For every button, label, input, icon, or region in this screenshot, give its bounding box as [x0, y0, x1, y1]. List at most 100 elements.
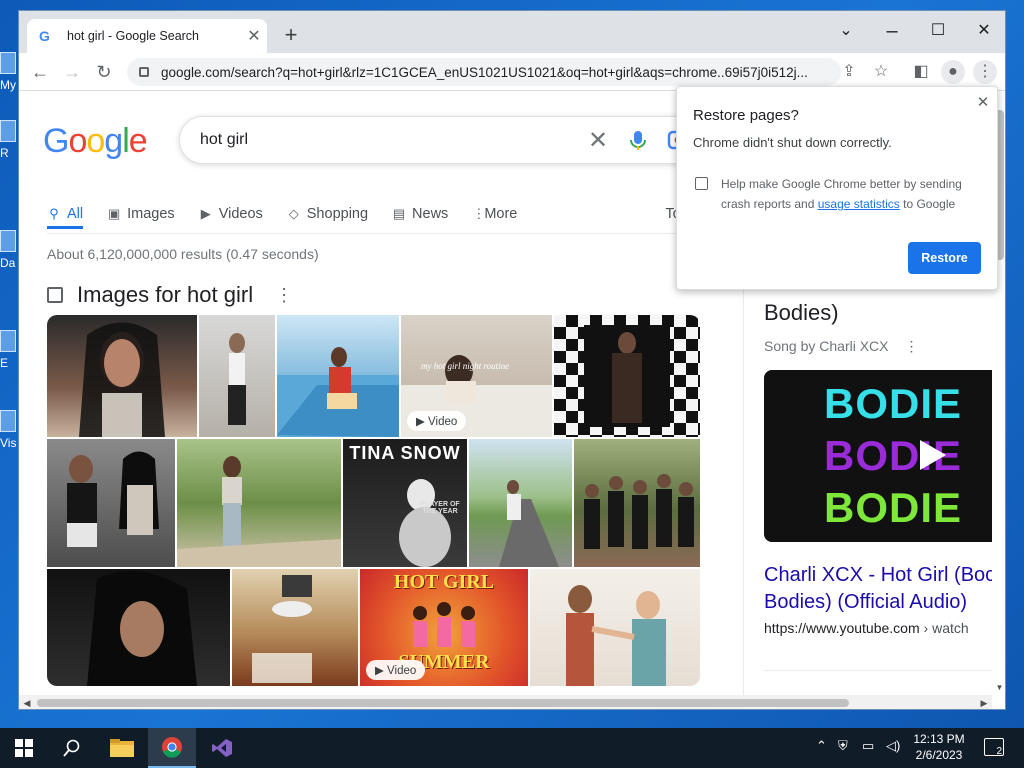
video-badge: ▶ Video: [366, 660, 426, 680]
voice-search-icon[interactable]: [618, 125, 658, 155]
forward-button[interactable]: →: [59, 59, 85, 85]
image-result[interactable]: [47, 439, 175, 567]
reload-button[interactable]: ↻: [91, 59, 117, 85]
lock-icon: [139, 67, 149, 77]
tab-close-icon[interactable]: ✕: [241, 26, 267, 46]
address-bar[interactable]: google.com/search?q=hot+girl&rlz=1C1GCEA…: [127, 58, 841, 86]
tab-label: News: [412, 206, 449, 222]
dialog-message: Chrome didn't shut down correctly.: [693, 135, 892, 150]
tab-shopping[interactable]: ◇ Shopping: [287, 206, 368, 222]
panel-subtitle: Song by Charli XCX ⋮: [764, 338, 919, 355]
image-icon: [47, 287, 63, 303]
side-panel-icon[interactable]: ◧: [909, 60, 933, 84]
tab-more[interactable]: ⋮ More: [472, 206, 517, 222]
visual-studio-taskbar-button[interactable]: [198, 728, 246, 768]
tab-title: hot girl - Google Search: [67, 29, 200, 43]
close-dialog-icon[interactable]: ✕: [973, 93, 993, 113]
back-button[interactable]: ←: [27, 59, 53, 85]
image-result[interactable]: [199, 315, 275, 437]
image-result[interactable]: [277, 315, 399, 437]
close-window-button[interactable]: ✕: [961, 17, 1005, 45]
show-hidden-icons[interactable]: ⌃: [816, 738, 827, 754]
scroll-right-arrow-icon[interactable]: ▶: [976, 695, 992, 709]
thumbnail-word: BODIE: [824, 380, 963, 427]
video-icon: ▶: [200, 206, 211, 221]
tab-label: All: [67, 206, 84, 222]
folder-icon: [110, 739, 134, 757]
usage-stats-checkbox[interactable]: [695, 177, 708, 190]
security-icon[interactable]: ⛨: [838, 738, 848, 754]
desktop-icon-visual-studio[interactable]: Vis: [0, 410, 18, 450]
minimize-button[interactable]: –: [869, 17, 915, 45]
horizontal-scrollbar-thumb[interactable]: [37, 699, 849, 707]
image-result[interactable]: TINA SNOW PLAYER OF THE YEAR: [343, 439, 467, 567]
network-icon[interactable]: ▭: [862, 738, 874, 754]
volume-icon[interactable]: ◁): [886, 738, 900, 754]
image-result[interactable]: [574, 439, 700, 567]
desktop-icon-recycle-bin[interactable]: R: [0, 120, 18, 160]
clock[interactable]: 12:13 PM 2/6/2023: [906, 731, 972, 763]
desktop-icon-label: Vis: [0, 436, 17, 450]
more-options-icon[interactable]: ⋮: [905, 338, 919, 354]
image-result[interactable]: [177, 439, 341, 567]
search-button[interactable]: [48, 728, 96, 768]
desktop-icon-edge[interactable]: E: [0, 330, 18, 370]
image-result[interactable]: [469, 439, 572, 567]
image-icon: ▣: [107, 206, 121, 221]
chrome-icon: [162, 737, 182, 758]
profile-avatar-icon[interactable]: ●: [941, 60, 965, 84]
browser-tab[interactable]: G hot girl - Google Search ✕: [27, 19, 267, 53]
video-result-link[interactable]: Charli XCX - Hot Girl (Boc Bodies) (Offic…: [764, 562, 1004, 616]
tab-all[interactable]: ⚲ All: [47, 206, 84, 229]
tab-search-button[interactable]: ⌄: [823, 17, 869, 45]
tab-label: More: [484, 206, 518, 222]
new-tab-button[interactable]: +: [277, 21, 305, 49]
scroll-left-arrow-icon[interactable]: ◀: [19, 695, 35, 709]
image-result[interactable]: [47, 315, 197, 437]
more-vert-icon: ⋮: [472, 206, 486, 221]
video-result-url: https://www.youtube.com › watch: [764, 620, 969, 636]
google-logo[interactable]: Google: [43, 122, 148, 161]
video-result[interactable]: HOT GIRL SUMMER ▶ Video: [360, 569, 528, 686]
video-result[interactable]: my hot girl night routine ▶ Video: [401, 315, 552, 437]
image-result[interactable]: [232, 569, 358, 686]
horizontal-scrollbar[interactable]: ◀ ▶: [19, 695, 992, 709]
images-section-header: Images for hot girl ⋮: [47, 282, 293, 308]
image-result[interactable]: [47, 569, 230, 686]
video-badge-label: Video: [387, 665, 417, 677]
action-center-icon[interactable]: 2: [984, 738, 1004, 757]
tab-videos[interactable]: ▶ Videos: [199, 206, 263, 222]
video-thumbnail[interactable]: BODIE BODIE BODIE: [764, 370, 1005, 542]
start-button[interactable]: [0, 728, 48, 768]
tab-images[interactable]: ▣ Images: [107, 206, 175, 222]
panel-title: Bodies): [764, 300, 839, 325]
clock-time: 12:13 PM: [913, 732, 965, 746]
image-result[interactable]: [530, 569, 700, 686]
scroll-down-arrow-icon[interactable]: ▼: [992, 680, 1005, 695]
bookmark-star-icon[interactable]: ☆: [869, 60, 893, 84]
clear-search-icon[interactable]: ✕: [578, 126, 618, 155]
search-box[interactable]: hot girl ✕: [179, 116, 699, 164]
tab-news[interactable]: ▤ News: [392, 206, 448, 222]
maximize-button[interactable]: ☐: [915, 17, 961, 45]
panel-divider: [764, 670, 1004, 671]
restore-button[interactable]: Restore: [908, 242, 981, 274]
search-query-input[interactable]: hot girl: [200, 131, 578, 149]
checkbox-label: Help make Google Chrome better by sendin…: [721, 174, 987, 214]
file-explorer-button[interactable]: [98, 728, 146, 768]
desktop-icon-data[interactable]: Da: [0, 230, 18, 270]
images-heading[interactable]: Images for hot girl: [77, 282, 253, 308]
usage-statistics-link[interactable]: usage statistics: [818, 197, 900, 211]
tab-label: Images: [127, 206, 175, 222]
restore-pages-dialog: Restore pages? ✕ Chrome didn't shut down…: [676, 86, 998, 290]
desktop-icon-this-pc[interactable]: My: [0, 52, 18, 92]
image-result[interactable]: [554, 315, 700, 437]
share-icon[interactable]: ⇪: [837, 60, 861, 84]
play-icon[interactable]: [920, 440, 946, 470]
visual-studio-icon: [212, 739, 232, 757]
more-options-icon[interactable]: ⋮: [275, 285, 293, 306]
visual-studio-icon: [0, 410, 16, 432]
chrome-taskbar-button[interactable]: [148, 728, 196, 768]
clock-date: 2/6/2023: [915, 748, 963, 762]
chrome-menu-icon[interactable]: ⋮: [973, 60, 997, 84]
